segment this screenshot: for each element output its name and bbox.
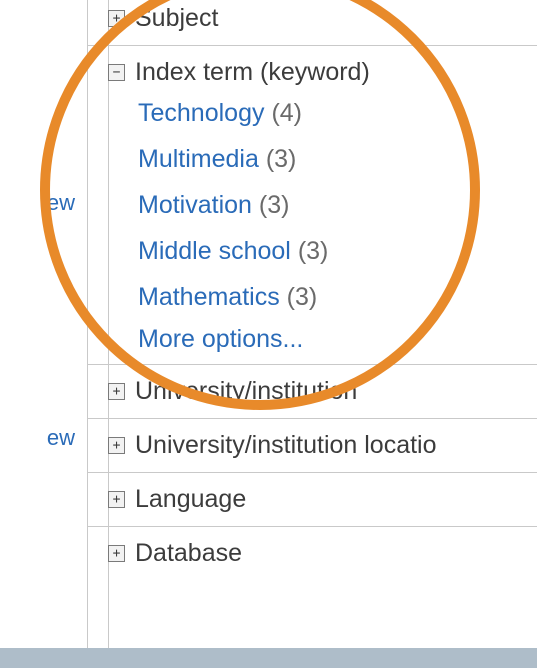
term-item-motivation[interactable]: Motivation (3): [138, 185, 537, 225]
filter-section-university: + University/institution: [88, 364, 537, 418]
filter-header-university-location[interactable]: + University/institution locatio: [108, 427, 537, 464]
term-link: Technology: [138, 99, 264, 127]
filter-header-language[interactable]: + Language: [108, 481, 537, 518]
filter-header-database[interactable]: + Database: [108, 535, 537, 572]
term-list: Technology (4) Multimedia (3) Motivation…: [108, 91, 537, 356]
term-count: (3): [298, 237, 329, 265]
plus-icon: +: [108, 545, 125, 562]
filter-section-index-term: − Index term (keyword) Technology (4) Mu…: [88, 45, 537, 364]
filter-label: Database: [135, 539, 242, 568]
filter-label: University/institution locatio: [135, 431, 437, 460]
term-count: (3): [287, 283, 318, 311]
filter-header-university[interactable]: + University/institution: [108, 373, 537, 410]
filter-section-subject: + Subject: [88, 0, 537, 45]
filter-label: University/institution: [135, 377, 357, 406]
plus-icon: +: [108, 10, 125, 27]
preview-link-2[interactable]: ew: [47, 425, 75, 451]
preview-link-1[interactable]: ew: [47, 190, 75, 216]
filter-label: Index term (keyword): [135, 58, 370, 87]
footer-bar: [0, 648, 537, 668]
filter-section-language: + Language: [88, 472, 537, 526]
filter-header-index-term[interactable]: − Index term (keyword): [108, 54, 537, 91]
filter-label: Subject: [135, 4, 218, 33]
filter-header-subject[interactable]: + Subject: [108, 0, 537, 37]
filter-label: Language: [135, 485, 246, 514]
minus-icon: −: [108, 64, 125, 81]
plus-icon: +: [108, 491, 125, 508]
term-link: Mathematics: [138, 283, 280, 311]
term-item-mathematics[interactable]: Mathematics (3): [138, 277, 537, 317]
left-column: ew ew: [0, 0, 88, 668]
term-link: Multimedia: [138, 145, 259, 173]
filter-section-database: + Database: [88, 526, 537, 580]
plus-icon: +: [108, 437, 125, 454]
filter-section-university-location: + University/institution locatio: [88, 418, 537, 472]
term-count: (4): [271, 99, 302, 127]
plus-icon: +: [108, 383, 125, 400]
term-link: Middle school: [138, 237, 291, 265]
term-count: (3): [259, 191, 290, 219]
term-item-middle-school[interactable]: Middle school (3): [138, 231, 537, 271]
more-options-link[interactable]: More options...: [138, 323, 537, 354]
term-item-technology[interactable]: Technology (4): [138, 93, 537, 133]
term-link: Motivation: [138, 191, 252, 219]
term-count: (3): [266, 145, 297, 173]
term-item-multimedia[interactable]: Multimedia (3): [138, 139, 537, 179]
filter-panel: + Subject − Index term (keyword) Technol…: [88, 0, 537, 668]
